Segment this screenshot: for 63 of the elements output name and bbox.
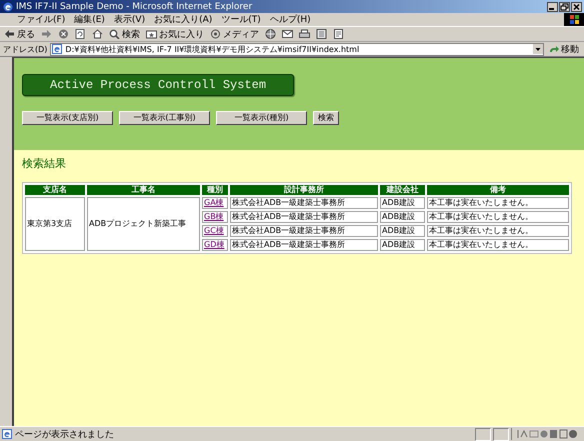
menu-item[interactable]: お気に入り(A) <box>154 13 212 26</box>
column-header: 種別 <box>202 185 228 195</box>
minimize-icon[interactable] <box>547 2 558 12</box>
printer-icon[interactable] <box>299 29 310 39</box>
back-arrow-icon <box>4 29 15 39</box>
magnifier-icon <box>109 29 120 39</box>
media-icon <box>210 29 221 39</box>
page-icon <box>2 429 12 439</box>
status-panel <box>475 428 491 440</box>
column-header: 備考 <box>427 185 569 195</box>
column-header: 工事名 <box>87 185 200 195</box>
refresh-icon[interactable] <box>75 29 86 39</box>
table-cell: 本工事は実在いたしません。 <box>427 225 569 237</box>
nav-button[interactable]: 一覧表示(種別) <box>216 111 307 125</box>
page-icon[interactable] <box>333 29 344 39</box>
go-button[interactable]: 移動 <box>547 42 581 56</box>
nav-button[interactable]: 検索 <box>313 111 339 125</box>
flag-icon <box>570 15 578 24</box>
table-cell: 株式会社ADB一級建築士事務所 <box>230 239 378 251</box>
banner-title: Active Process Controll System <box>22 74 294 96</box>
forward-arrow-icon[interactable] <box>41 29 52 39</box>
window-title: IMS IF7-II Sample Demo - Microsoft Internet Explorer <box>16 2 254 12</box>
envelope-icon[interactable] <box>282 29 293 39</box>
page-icon <box>52 44 62 54</box>
nav-button[interactable]: 一覧表示(支店別) <box>22 111 113 125</box>
nav-button[interactable]: 一覧表示(工事別) <box>119 111 210 125</box>
menu-item[interactable]: 編集(E) <box>74 13 105 26</box>
table-cell: 東京第3支店 <box>25 197 85 251</box>
stop-icon[interactable] <box>58 29 69 39</box>
table-cell: ADB建設 <box>380 239 425 251</box>
menu-item[interactable]: ヘルプ(H) <box>270 13 311 26</box>
table-cell: 本工事は実在いたしません。 <box>427 211 569 223</box>
address-field[interactable]: D:¥資料¥他社資料¥IMS, IF-7 II¥環境資料¥デモ用システム¥imsif7II¥index.html <box>50 42 544 56</box>
column-header: 支店名 <box>25 185 85 195</box>
menu-item[interactable]: 表示(V) <box>114 13 146 26</box>
document-icon[interactable] <box>316 29 327 39</box>
table-cell: 本工事は実在いたしません。 <box>427 239 569 251</box>
table-cell: ADB建設 <box>380 225 425 237</box>
browser-icon <box>3 2 13 12</box>
go-arrow-icon <box>549 45 559 53</box>
restore-icon[interactable] <box>559 2 570 12</box>
table-cell: ADBプロジェクト新築工事 <box>87 197 200 251</box>
table-cell: 株式会社ADB一級建築士事務所 <box>230 225 378 237</box>
table-cell: ADB建設 <box>380 197 425 209</box>
table-cell: 本工事は実在いたしません。 <box>427 197 569 209</box>
table-cell: 株式会社ADB一級建築士事務所 <box>230 211 378 223</box>
toolbar-button[interactable]: 検索 <box>109 28 140 40</box>
status-text: ページが表示されました <box>15 428 114 440</box>
table-cell: 株式会社ADB一級建築士事務所 <box>230 197 378 209</box>
globe-icon[interactable] <box>265 29 276 39</box>
column-header: 建設会社 <box>380 185 425 195</box>
close-icon[interactable] <box>571 2 582 12</box>
menu-item[interactable]: ツール(T) <box>221 13 261 26</box>
toolbar-button[interactable]: メディア <box>210 28 259 40</box>
address-label: アドレス(D) <box>3 44 48 54</box>
status-panel <box>493 428 509 440</box>
toolbar-button[interactable]: 戻る <box>4 28 35 40</box>
home-icon[interactable] <box>92 29 103 39</box>
column-header: 設計事務所 <box>230 185 378 195</box>
menu-item[interactable]: ファイル(F) <box>17 13 66 26</box>
section-heading: 検索結果 <box>22 156 67 171</box>
toolbar-button[interactable]: お気に入り <box>146 28 204 40</box>
table-cell: ADB建設 <box>380 211 425 223</box>
